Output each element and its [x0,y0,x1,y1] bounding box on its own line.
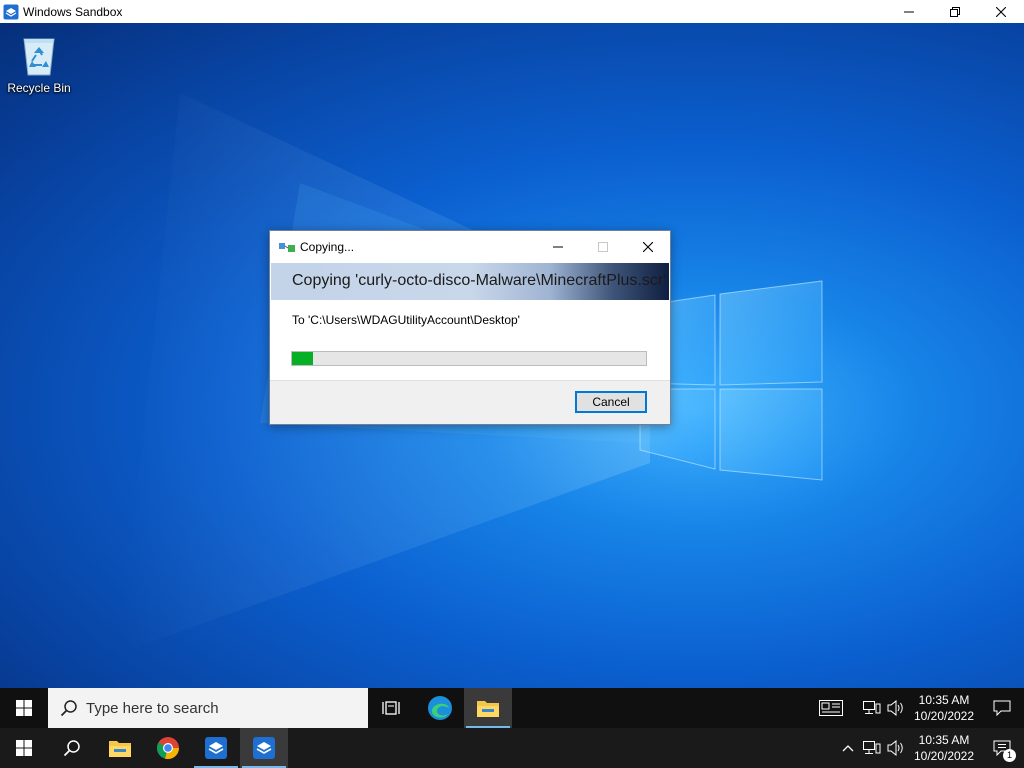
close-icon [996,6,1006,17]
host-start-button[interactable] [0,728,48,768]
host-action-center-button[interactable]: 1 [980,728,1024,768]
restore-icon [950,6,960,17]
dialog-minimize-button[interactable] [535,231,580,262]
dialog-maximize-button [580,231,625,262]
dialog-titlebar[interactable]: Copying... [270,231,670,262]
windows-start-icon [16,700,32,716]
sandbox-taskbar: Type here to search 10:35 AM 10/20/2022 [0,688,1024,728]
host-window-title: Windows Sandbox [23,4,123,19]
sandbox-icon [253,737,275,759]
desktop-icon-label: Recycle Bin [7,81,71,95]
copy-progress-bar [291,351,647,366]
network-button[interactable] [860,688,884,728]
sandbox-system-tray: 10:35 AM 10/20/2022 [810,688,1024,728]
host-system-tray: 10:35 AM 10/20/2022 1 [836,728,1024,768]
file-explorer-icon [109,741,131,757]
dialog-title: Copying... [300,239,355,254]
taskbar-search-box[interactable]: Type here to search [48,688,368,728]
edge-icon [428,696,452,720]
dialog-close-button[interactable] [625,231,670,262]
host-clock[interactable]: 10:35 AM 10/20/2022 [908,732,980,764]
sandbox-app-icon [3,4,19,19]
notification-count-badge: 1 [1003,749,1016,762]
news-icon [819,700,843,716]
sandbox-clock[interactable]: 10:35 AM 10/20/2022 [908,692,980,724]
chevron-up-icon [842,745,854,752]
host-sandbox-button[interactable] [192,728,240,768]
clock-time: 10:35 AM [918,733,970,747]
minimize-icon [904,11,914,12]
action-center-button[interactable] [980,688,1024,728]
volume-button[interactable] [884,688,908,728]
file-explorer-taskbar-button[interactable] [464,688,512,728]
host-window-titlebar[interactable]: Windows Sandbox [0,0,1024,23]
network-icon [863,701,881,714]
search-placeholder: Type here to search [86,699,219,717]
clock-time: 10:35 AM [918,693,970,707]
dialog-banner: Copying 'curly-octo-disco-Malware\Minecr… [271,263,669,300]
notification-icon [993,700,1011,716]
host-file-explorer-button[interactable] [96,728,144,768]
close-button[interactable] [978,0,1024,23]
close-icon [642,241,653,252]
copy-progress-dialog[interactable]: Copying... Copying 'curly-octo-disco-Mal… [269,230,671,425]
host-chrome-button[interactable] [144,728,192,768]
windows-start-icon [16,740,32,756]
copy-operation-heading: Copying 'curly-octo-disco-Malware\Minecr… [292,272,667,289]
search-icon [60,700,77,717]
host-sandbox-active-button[interactable] [240,728,288,768]
progress-bar-fill [292,352,314,365]
minimize-icon [552,246,563,247]
volume-icon [887,740,903,756]
host-volume-button[interactable] [884,728,908,768]
task-view-button[interactable] [368,688,416,728]
host-taskbar: 10:35 AM 10/20/2022 1 [0,728,1024,768]
minimize-button[interactable] [886,0,932,23]
desktop-icon-recycle-bin[interactable]: Recycle Bin [6,31,72,95]
task-view-icon [382,701,400,715]
cancel-button[interactable]: Cancel [575,391,647,413]
copy-destination-text: To 'C:\Users\WDAGUtilityAccount\Desktop' [292,313,520,327]
show-hidden-icons-button[interactable] [836,728,860,768]
search-icon [63,740,80,757]
sandbox-icon [205,737,227,759]
clock-date: 10/20/2022 [913,749,975,763]
clock-date: 10/20/2022 [913,709,975,723]
host-search-button[interactable] [48,728,96,768]
file-explorer-icon [477,701,499,717]
dialog-footer: Cancel [270,380,670,424]
restore-button[interactable] [932,0,978,23]
maximize-icon [597,241,608,252]
chrome-icon [157,737,180,760]
host-network-button[interactable] [860,728,884,768]
news-widget-button[interactable] [810,688,852,728]
copy-files-icon [279,242,295,252]
dialog-window-controls [535,231,670,262]
host-window-controls [886,0,1024,23]
start-button[interactable] [0,688,48,728]
volume-icon [887,700,903,716]
edge-taskbar-button[interactable] [416,688,464,728]
recycle-bin-icon [23,38,55,76]
network-icon [863,741,881,754]
